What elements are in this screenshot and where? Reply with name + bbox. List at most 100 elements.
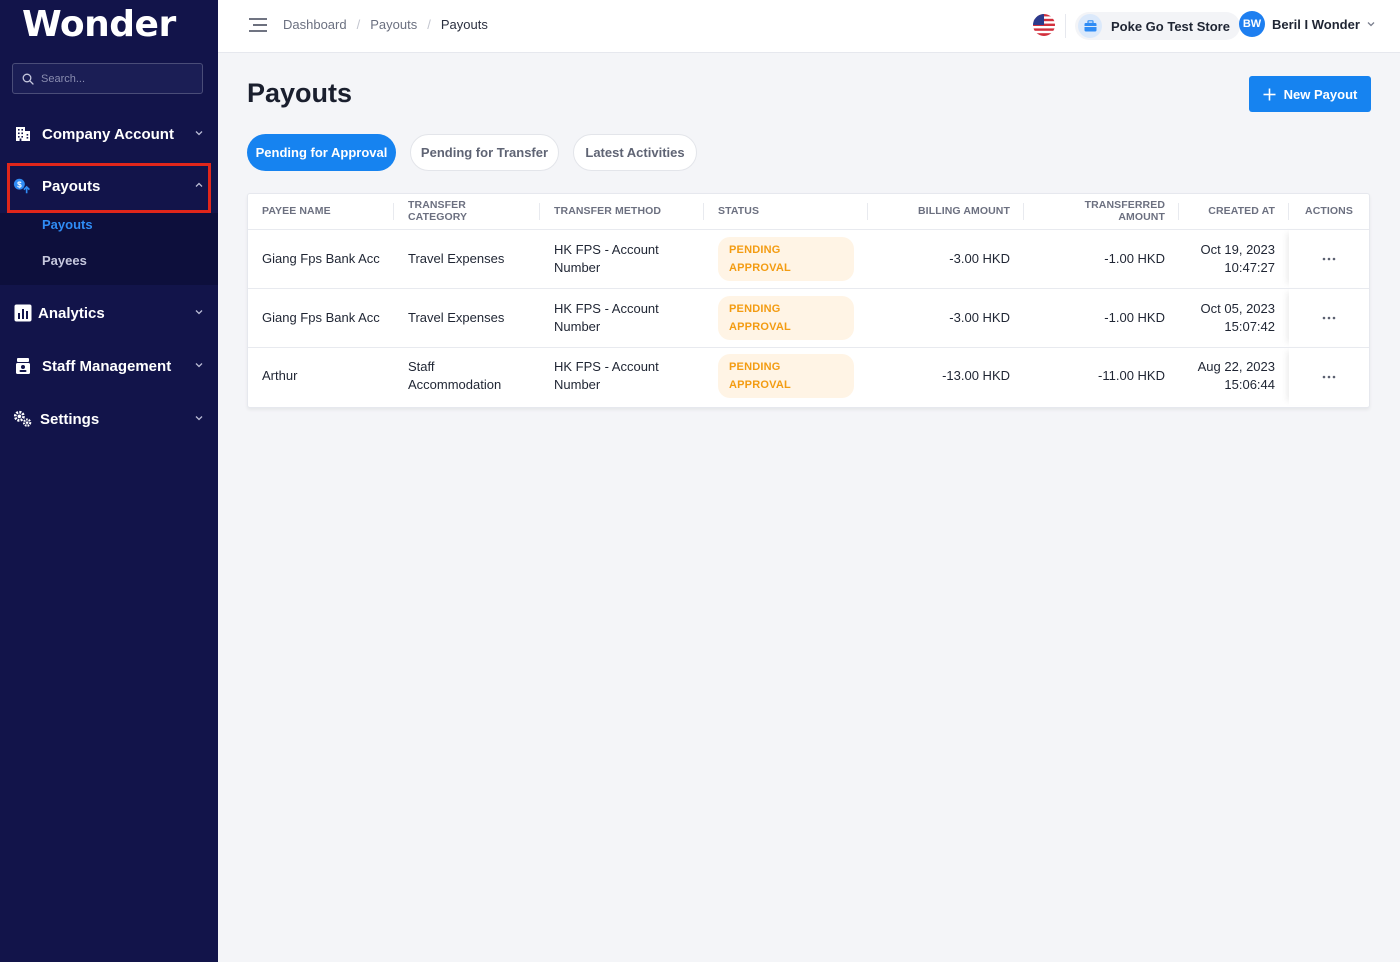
payee-name: Arthur — [262, 368, 298, 384]
transfer-category: Staff Accommodation — [408, 359, 502, 393]
transfer-category: Travel Expenses — [408, 309, 505, 325]
actions-cell — [1289, 347, 1369, 405]
sidebar-item-label: Analytics — [38, 304, 105, 322]
user-name: Beril I Wonder — [1272, 16, 1360, 32]
sidebar-subitem-payouts[interactable]: Payouts — [42, 217, 93, 232]
chevron-down-icon — [195, 310, 203, 315]
table-header-row: PAYEE NAME TRANSFER CATEGORY TRANSFER ME… — [248, 194, 1369, 229]
sidebar-item-analytics[interactable]: Analytics — [0, 293, 218, 333]
created-date: Oct 19, 2023 — [1200, 241, 1275, 257]
breadcrumb-separator: / — [427, 17, 431, 32]
status-badge: PENDING APPROVAL — [718, 236, 854, 281]
divider — [1065, 14, 1066, 38]
sidebar-subitem-payees[interactable]: Payees — [42, 253, 87, 268]
created-date: Aug 22, 2023 — [1197, 359, 1275, 375]
new-payout-button[interactable]: New Payout — [1249, 76, 1371, 112]
breadcrumb-separator: / — [356, 17, 361, 32]
created-at: Aug 22, 2023 15:06:44 — [1179, 347, 1289, 405]
status-cell: PENDING APPROVAL — [704, 288, 868, 347]
more-horizontal-icon[interactable] — [1317, 249, 1341, 269]
chevron-down-icon — [195, 363, 203, 368]
status-cell: PENDING APPROVAL — [704, 347, 868, 405]
table-row[interactable]: Giang Fps Bank Acc Travel Expenses HK FP… — [248, 229, 1369, 288]
chevron-down-icon — [1367, 22, 1375, 27]
sidebar-item-label: Staff Management — [42, 357, 172, 375]
sidebar-item-label: Company Account — [42, 125, 174, 143]
payee-name: Giang Fps Bank Acc — [262, 309, 380, 325]
payouts-submenu — [0, 213, 218, 285]
bar-chart-icon — [13, 303, 33, 323]
breadcrumb: Dashboard / Payouts / Payouts — [283, 17, 488, 32]
table-row[interactable]: Giang Fps Bank Acc Travel Expenses HK FP… — [248, 288, 1369, 347]
created-at: Oct 05, 2023 15:07:42 — [1179, 288, 1289, 347]
page-title: Payouts — [247, 78, 353, 108]
column-header[interactable]: TRANSFERRED AMOUNT — [1024, 194, 1179, 229]
breadcrumb-current: Payouts — [440, 17, 488, 32]
created-time: 15:07:42 — [1224, 318, 1275, 334]
transfer-method: HK FPS - Account Number — [554, 241, 659, 275]
sidebar-search[interactable] — [12, 63, 203, 94]
table-row[interactable]: Arthur Staff Accommodation HK FPS - Acco… — [248, 347, 1369, 405]
more-horizontal-icon[interactable] — [1317, 367, 1341, 387]
payouts-table: PAYEE NAME TRANSFER CATEGORY TRANSFER ME… — [247, 193, 1370, 408]
breadcrumb-payouts[interactable]: Payouts — [370, 17, 417, 32]
payee-name: Giang Fps Bank Acc — [262, 250, 380, 266]
actions-cell — [1289, 288, 1369, 347]
column-header[interactable]: PAYEE NAME — [248, 194, 394, 229]
status-badge: PENDING APPROVAL — [718, 354, 854, 399]
sidebar-item-settings[interactable]: Settings — [0, 399, 218, 439]
topbar: Dashboard / Payouts / Payouts Poke Go Te… — [218, 0, 1400, 53]
avatar: BW — [1239, 11, 1265, 37]
gears-icon — [13, 409, 33, 429]
tab-pending-approval[interactable]: Pending for Approval — [247, 134, 396, 171]
chevron-down-icon — [195, 416, 203, 421]
us-flag-icon[interactable] — [1033, 14, 1055, 36]
column-header[interactable]: CREATED AT — [1179, 194, 1289, 229]
column-header[interactable]: BILLING AMOUNT — [868, 194, 1024, 229]
column-header[interactable]: STATUS — [704, 194, 868, 229]
menu-toggle-icon[interactable] — [248, 15, 268, 35]
building-icon — [13, 124, 33, 144]
status-cell: PENDING APPROVAL — [704, 229, 868, 288]
wonder-logo[interactable]: Wonder — [22, 4, 176, 45]
billing-amount: -3.00 HKD — [949, 250, 1010, 266]
breadcrumb-dashboard[interactable]: Dashboard — [283, 17, 347, 32]
column-header: ACTIONS — [1305, 205, 1353, 218]
sidebar-item-label: Settings — [40, 410, 100, 428]
more-horizontal-icon[interactable] — [1317, 308, 1341, 328]
sidebar-item-payouts[interactable]: $ Payouts — [0, 166, 218, 206]
created-date: Oct 05, 2023 — [1200, 300, 1275, 316]
tab-pending-transfer[interactable]: Pending for Transfer — [410, 134, 559, 171]
store-name: Poke Go Test Store — [1111, 18, 1230, 34]
chevron-up-icon — [195, 182, 203, 187]
search-input[interactable] — [41, 72, 191, 85]
tab-latest-activities[interactable]: Latest Activities — [573, 134, 697, 171]
actions-cell — [1289, 229, 1369, 288]
transferred-amount: -1.00 HKD — [1104, 250, 1165, 266]
column-header[interactable]: TRANSFER CATEGORY — [394, 194, 540, 229]
column-header[interactable]: TRANSFER METHOD — [540, 194, 704, 229]
created-time: 10:47:27 — [1224, 259, 1275, 275]
transferred-amount: -1.00 HKD — [1104, 309, 1165, 325]
billing-amount: -3.00 HKD — [949, 309, 1010, 325]
status-badge: PENDING APPROVAL — [718, 295, 854, 340]
sidebar-item-company-account[interactable]: Company Account — [0, 114, 218, 154]
new-payout-label: New Payout — [1283, 86, 1358, 102]
created-time: 15:06:44 — [1224, 377, 1275, 393]
user-menu[interactable]: BW Beril I Wonder — [1239, 11, 1376, 37]
plus-icon — [1263, 88, 1276, 100]
svg-text:$: $ — [17, 180, 22, 189]
sidebar-item-staff-management[interactable]: Staff Management — [0, 346, 218, 386]
search-icon — [22, 73, 34, 85]
billing-amount: -13.00 HKD — [942, 368, 1010, 384]
created-at: Oct 19, 2023 10:47:27 — [1179, 229, 1289, 288]
transfer-category: Travel Expenses — [408, 250, 505, 266]
sidebar: Wonder Company Account $ Payouts Payouts… — [0, 0, 218, 962]
store-icon — [1078, 14, 1102, 38]
store-selector[interactable]: Poke Go Test Store — [1075, 12, 1240, 40]
transferred-amount: -11.00 HKD — [1098, 368, 1165, 384]
sidebar-item-label: Payouts — [42, 177, 101, 195]
transfer-method: HK FPS - Account Number — [554, 359, 659, 393]
payout-icon: $ — [13, 176, 33, 196]
staff-icon — [13, 356, 33, 376]
